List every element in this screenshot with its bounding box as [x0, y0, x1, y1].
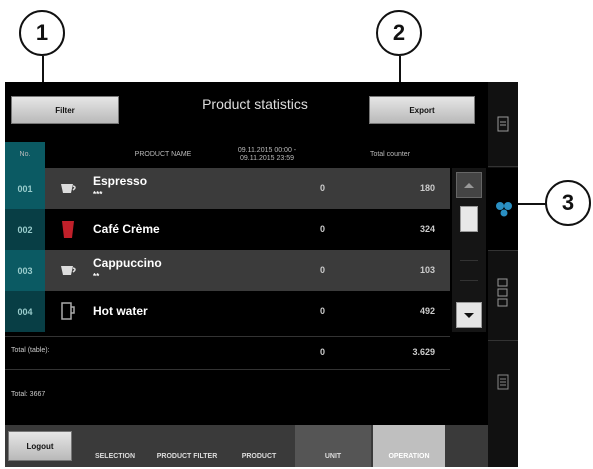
- total-count: 180: [419, 183, 435, 193]
- scroll-down-button[interactable]: [456, 302, 482, 328]
- total-count: 324: [419, 224, 435, 234]
- export-button[interactable]: Export: [369, 96, 475, 124]
- red-cup-icon: [62, 221, 74, 238]
- row-number: 003: [5, 250, 45, 291]
- scroll-track-divider: [460, 280, 478, 281]
- callout-2: 2: [376, 10, 422, 56]
- document-icon: [497, 116, 509, 132]
- total-table-row: Total (table): 0 3.629: [5, 336, 450, 370]
- tab-product[interactable]: PRODUCT: [223, 425, 295, 467]
- total-count: 103: [419, 265, 435, 275]
- table-row[interactable]: 002 Café Crème 0 324: [5, 209, 450, 250]
- tab-operation[interactable]: OPERATION: [373, 425, 445, 467]
- product-name: Café Crème: [93, 222, 160, 236]
- period-count: 0: [319, 306, 325, 316]
- logout-button[interactable]: Logout: [8, 431, 72, 461]
- list-icon: [497, 374, 509, 390]
- table-row[interactable]: 003 Cappuccino ** 0 103: [5, 250, 450, 291]
- period-count: 0: [319, 183, 325, 193]
- filter-button[interactable]: Filter: [11, 96, 119, 124]
- checklist-icon: [497, 278, 508, 307]
- row-number: 001: [5, 168, 45, 209]
- column-header-product-name: PRODUCT NAME: [134, 151, 192, 158]
- cup-icon: [61, 184, 76, 193]
- product-name: Espresso: [93, 174, 148, 188]
- product-name: Hot water: [93, 304, 148, 318]
- period-count: 0: [319, 224, 325, 234]
- total-all-label: Total: 3667: [11, 391, 46, 398]
- side-tab-statistics[interactable]: [488, 84, 518, 167]
- product-strength: ***: [93, 190, 103, 199]
- product-statistics-screen: Filter Product statistics Export No. PRO…: [5, 82, 488, 467]
- total-table-total: 3.629: [412, 347, 435, 357]
- table-row[interactable]: 001 Espresso *** 0 180: [5, 168, 450, 209]
- period-count: 0: [319, 265, 325, 275]
- row-number: 004: [5, 291, 45, 332]
- right-side-panel: [488, 82, 518, 467]
- bottom-tab-bar: Logout SELECTION PRODUCT FILTER PRODUCT …: [5, 425, 488, 467]
- side-tab-checklist[interactable]: [488, 252, 518, 341]
- product-name: Cappuccino: [93, 256, 162, 270]
- scroll-track-divider: [460, 260, 478, 261]
- side-tab-list[interactable]: [488, 342, 518, 424]
- callout-3: 3: [545, 180, 591, 226]
- tab-product-filter[interactable]: PRODUCT FILTER: [151, 425, 223, 467]
- scroll-thumb[interactable]: [460, 206, 478, 232]
- table-row[interactable]: 004 Hot water 0 492: [5, 291, 450, 332]
- callout-1: 1: [19, 10, 65, 56]
- total-table-label: Total (table):: [11, 347, 50, 354]
- column-header-no: No.: [19, 151, 31, 158]
- scrollbar[interactable]: [452, 168, 486, 332]
- page-title: Product statistics: [202, 96, 308, 112]
- product-strength: **: [93, 272, 100, 281]
- side-tab-counters[interactable]: [488, 168, 518, 251]
- total-table-period: 0: [319, 347, 325, 357]
- chevron-down-icon: [464, 313, 474, 318]
- total-count: 492: [419, 306, 435, 316]
- counter-bubbles-icon: [496, 202, 512, 217]
- cup-icon: [61, 266, 76, 275]
- tab-unit[interactable]: UNIT: [295, 425, 371, 467]
- column-header-period: 09.11.2015 00:00 - 09.11.2015 23:59: [237, 147, 297, 162]
- chevron-up-icon: [464, 183, 474, 188]
- column-header-total-counter: Total counter: [369, 151, 411, 158]
- mug-icon: [61, 302, 75, 320]
- scroll-up-button[interactable]: [456, 172, 482, 198]
- callout-3-leader: [514, 203, 546, 205]
- tab-selection[interactable]: SELECTION: [79, 425, 151, 467]
- row-number: 002: [5, 209, 45, 250]
